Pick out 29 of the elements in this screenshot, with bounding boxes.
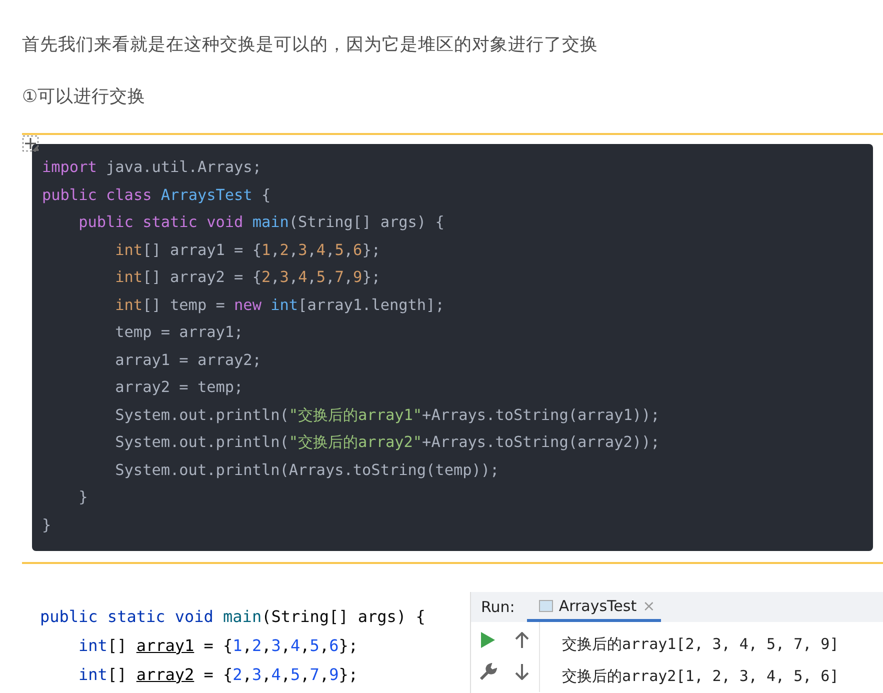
code-line: int[] temp = new int[array1.length]; (114, 294, 446, 316)
code-line: } (42, 514, 52, 536)
code-line: import java.util.Arrays; (42, 157, 262, 178)
run-tab[interactable]: ArraysTest × (526, 592, 662, 622)
code-line: System.out.println("交换后的array2"+Arrays.toString(array2)); (114, 432, 661, 453)
code-line: int[] array2 = {2,3,4,5,7,9}; (78, 664, 359, 686)
code-line: array2 = temp; (114, 377, 244, 398)
code-line: int[] array1 = {1,2,3,4,5,6}; (78, 635, 359, 657)
code-line: public static void main(String[] args) { (78, 212, 446, 233)
console-output-line: 交换后的array2[1, 2, 3, 4, 5, 6] (562, 666, 839, 687)
paragraph: ①可以进行交换 (22, 86, 147, 109)
code-line: temp = array1; (114, 322, 244, 343)
code-line: array1 = array2; (114, 350, 262, 370)
code-line: System.out.println("交换后的array1"+Arrays.toString(array1)); (114, 404, 661, 426)
up-arrow-icon[interactable] (515, 632, 529, 648)
window-icon (538, 600, 553, 612)
console-output-line: 交换后的array1[2, 3, 4, 5, 7, 9] (562, 634, 839, 655)
run-label: Run: (481, 598, 515, 616)
code-line: System.out.println(Arrays.toString(temp)); (114, 460, 500, 480)
code-line: } (78, 487, 89, 508)
code-line: public class ArraysTest { (42, 184, 272, 206)
code-line: int[] array2 = {2,3,4,5,7,9}; (114, 267, 382, 288)
down-arrow-icon[interactable] (515, 664, 529, 680)
paragraph: 首先我们来看就是在这种交换是可以的，因为它是堆区的对象进行了交换 (22, 34, 599, 57)
code-line: int[] array1 = {1,2,3,4,5,6}; (114, 240, 382, 260)
code-line: public static void main(String[] args) { (40, 606, 426, 628)
move-handle-icon[interactable] (22, 135, 39, 152)
play-icon[interactable] (481, 632, 495, 648)
wrench-icon[interactable] (479, 663, 497, 681)
